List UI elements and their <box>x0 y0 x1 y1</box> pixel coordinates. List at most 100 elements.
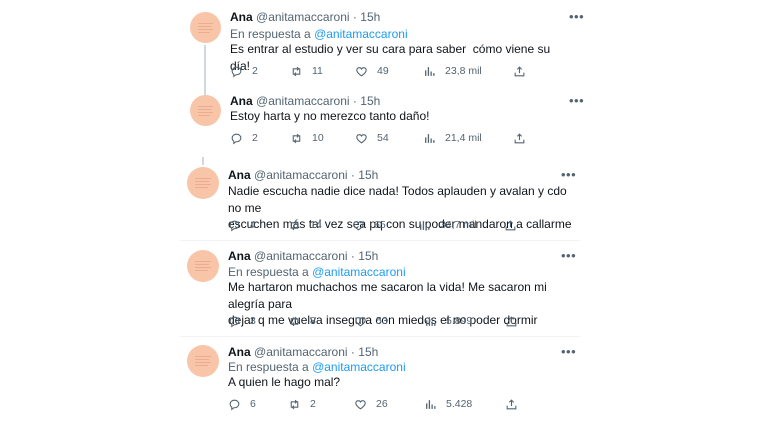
reply-button[interactable]: 4 <box>228 217 256 233</box>
author-handle[interactable]: @anitamaccaroni <box>254 345 348 359</box>
views-icon <box>420 220 430 230</box>
retweet-button[interactable]: 8 <box>288 313 316 329</box>
like-count: 54 <box>377 132 389 144</box>
header-separator: · <box>352 94 357 108</box>
views-button[interactable]: 23,8 mil <box>423 63 482 79</box>
like-icon <box>356 66 367 76</box>
author-name[interactable]: Ana <box>228 249 251 263</box>
reply-button[interactable]: 2 <box>230 63 258 79</box>
like-count: 65 <box>374 219 386 231</box>
views-icon <box>425 66 435 76</box>
reply-mention[interactable]: @anitamaccaroni <box>314 27 408 41</box>
like-count: 26 <box>376 398 388 410</box>
views-count: 5.899 <box>446 315 473 327</box>
like-button[interactable]: 65 <box>352 217 386 233</box>
reply-count: 2 <box>252 132 258 144</box>
reply-icon <box>229 220 240 231</box>
reply-context: En respuesta a @anitamaccaroni <box>228 360 406 374</box>
views-button[interactable]: 34,7 mil <box>418 217 477 233</box>
like-count: 53 <box>376 315 388 327</box>
author-handle[interactable]: @anitamaccaroni <box>256 94 350 108</box>
share-button[interactable] <box>505 396 527 412</box>
retweet-icon <box>292 66 301 76</box>
reply-prefix: En respuesta a <box>228 265 309 279</box>
like-icon <box>355 316 366 326</box>
share-button[interactable] <box>505 313 527 329</box>
more-icon[interactable]: ••• <box>561 249 576 262</box>
retweet-icon <box>290 399 299 409</box>
author-name[interactable]: Ana <box>228 168 251 182</box>
share-icon <box>506 315 517 326</box>
avatar[interactable] <box>187 250 219 282</box>
header-separator: · <box>350 249 355 263</box>
retweet-button[interactable]: 2 <box>288 396 316 412</box>
reply-icon <box>229 316 240 327</box>
more-icon[interactable]: ••• <box>569 94 584 107</box>
share-button[interactable] <box>504 217 526 233</box>
reply-icon <box>231 133 242 144</box>
reply-count: 6 <box>250 398 256 410</box>
tweet-time[interactable]: 15h <box>360 94 380 108</box>
like-icon <box>353 220 364 230</box>
reply-button[interactable]: 6 <box>228 396 256 412</box>
like-icon <box>356 133 367 143</box>
tweet-text: Estoy harta y no merezco tanto daño! <box>230 109 430 123</box>
tweet-time[interactable]: 15h <box>358 345 378 359</box>
retweet-button[interactable]: 14 <box>288 217 322 233</box>
header-separator: · <box>350 345 355 359</box>
views-button[interactable]: 5.428 <box>424 396 472 412</box>
avatar[interactable] <box>187 167 219 199</box>
reply-context: En respuesta a @anitamaccaroni <box>230 27 408 41</box>
reply-icon <box>231 66 242 77</box>
tweet-time[interactable]: 15h <box>358 249 378 263</box>
share-icon <box>514 132 525 143</box>
retweet-button[interactable]: 10 <box>290 130 324 146</box>
reply-count: 3 <box>250 315 256 327</box>
retweet-button[interactable]: 11 <box>290 63 323 79</box>
tweet-header: Ana @anitamaccaroni · 15h <box>228 249 378 263</box>
author-handle[interactable]: @anitamaccaroni <box>254 168 348 182</box>
author-name[interactable]: Ana <box>230 94 253 108</box>
like-button[interactable]: 26 <box>354 396 388 412</box>
views-count: 21,4 mil <box>445 132 482 144</box>
author-name[interactable]: Ana <box>230 10 253 24</box>
tweet-time[interactable]: 15h <box>358 168 378 182</box>
views-button[interactable]: 5.899 <box>424 313 472 329</box>
like-button[interactable]: 49 <box>355 63 389 79</box>
reply-prefix: En respuesta a <box>230 27 311 41</box>
retweet-count: 2 <box>310 398 316 410</box>
more-icon[interactable]: ••• <box>561 345 576 358</box>
share-icon <box>505 219 516 230</box>
more-icon[interactable]: ••• <box>561 168 576 181</box>
reply-mention[interactable]: @anitamaccaroni <box>312 360 406 374</box>
divider <box>180 240 580 241</box>
share-button[interactable] <box>513 63 535 79</box>
thread-line <box>202 157 204 165</box>
author-handle[interactable]: @anitamaccaroni <box>254 249 348 263</box>
retweet-icon <box>290 220 299 230</box>
retweet-count: 8 <box>310 315 316 327</box>
avatar[interactable] <box>190 12 221 43</box>
retweet-count: 14 <box>310 219 322 231</box>
tweet-time[interactable]: 15h <box>360 10 380 24</box>
reply-count: 2 <box>252 65 258 77</box>
header-separator: · <box>350 168 355 182</box>
share-button[interactable] <box>513 130 535 146</box>
like-button[interactable]: 53 <box>354 313 388 329</box>
retweet-count: 11 <box>312 65 323 77</box>
reply-mention[interactable]: @anitamaccaroni <box>312 265 406 279</box>
like-button[interactable]: 54 <box>355 130 389 146</box>
avatar[interactable] <box>187 345 219 377</box>
reply-icon <box>229 399 240 410</box>
tweet-header: Ana @anitamaccaroni · 15h <box>230 10 380 24</box>
retweet-count: 10 <box>312 132 324 144</box>
avatar[interactable] <box>190 95 221 126</box>
like-count: 49 <box>377 65 389 77</box>
more-icon[interactable]: ••• <box>569 10 584 23</box>
reply-button[interactable]: 2 <box>230 130 258 146</box>
author-name[interactable]: Ana <box>228 345 251 359</box>
views-button[interactable]: 21,4 mil <box>423 130 482 146</box>
reply-button[interactable]: 3 <box>228 313 256 329</box>
divider <box>180 336 580 337</box>
author-handle[interactable]: @anitamaccaroni <box>256 10 350 24</box>
